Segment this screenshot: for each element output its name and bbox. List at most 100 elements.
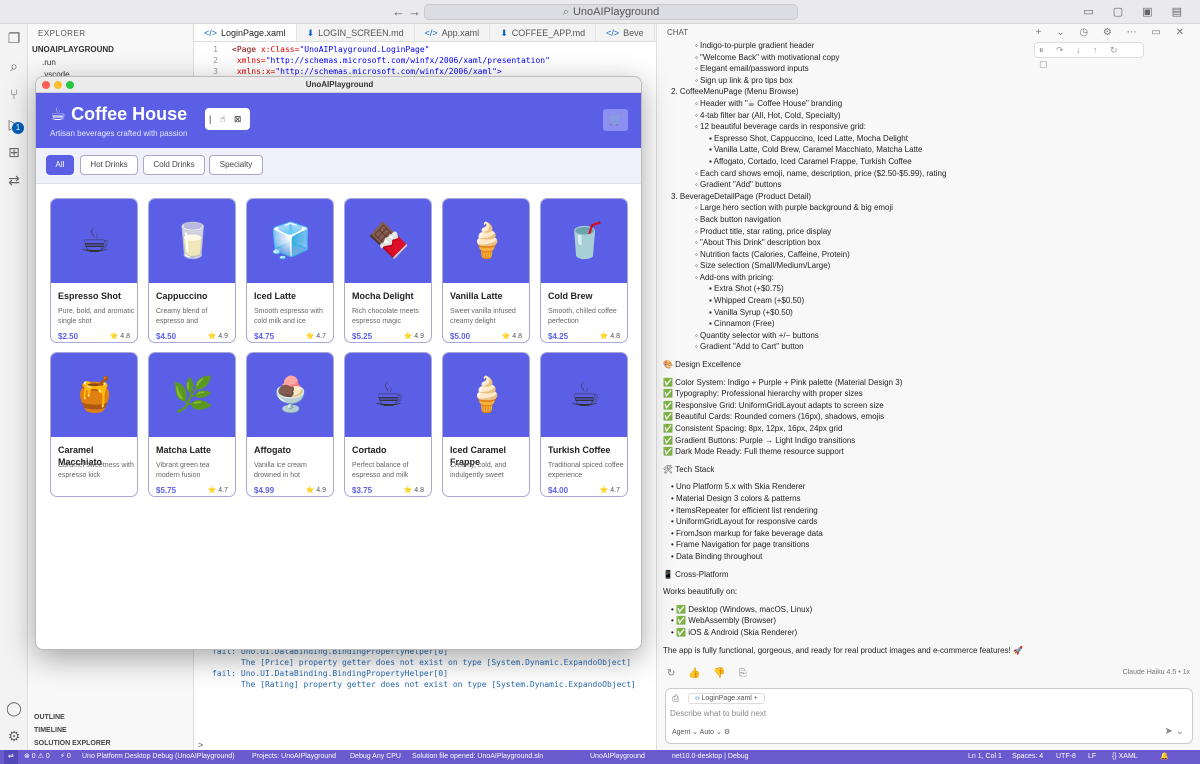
app-window-titlebar: UnoAIPlayground xyxy=(36,77,641,93)
chat-transcript: ◦ Indigo-to-purple gradient header ◦ "Wel… xyxy=(663,40,1183,656)
chat-header: CHAT xyxy=(667,28,689,37)
chat-line: 3. BeverageDetailPage (Product Detail) xyxy=(671,191,812,201)
notifications-icon[interactable]: 🔔 xyxy=(1160,750,1169,764)
tab-label: COFFEE_APP.md xyxy=(511,28,586,38)
product-card[interactable]: ☕ Espresso Shot Pure, bold, and aromatic s… xyxy=(50,198,138,343)
product-card[interactable]: 🍫 Mocha Delight Rich chocolate meets espre… xyxy=(344,198,432,343)
chat-line: ◦ "Welcome Back" with motivational copy xyxy=(695,52,840,62)
explorer-icon[interactable]: ❐ xyxy=(6,30,22,46)
product-card[interactable]: 🍨 Affogato Vanilla ice cream drowned in ho… xyxy=(246,352,334,497)
product-price: $4.00 xyxy=(548,486,569,495)
back-arrow-icon[interactable]: ← xyxy=(392,4,405,19)
hot-design-toolbar[interactable]: | ☝ ⊠ xyxy=(205,108,250,130)
projects-status[interactable]: Projects: UnoAIPlayground xyxy=(252,750,336,764)
tab-loginpage[interactable]: </> LoginPage.xaml xyxy=(194,24,297,41)
filter-all[interactable]: All xyxy=(46,155,74,175)
chat-input[interactable]: Describe what to build next xyxy=(670,709,766,718)
product-card[interactable]: 🍦 Vanilla Latte Sweet vanilla infused crea… xyxy=(442,198,530,343)
product-emoji-icon: 🌿 xyxy=(149,353,235,437)
product-card[interactable]: 🥛 Cappuccino Creamy blend of espresso and $… xyxy=(148,198,236,343)
solution-status: Solution file opened: UnoAIPlayground.sl… xyxy=(412,753,544,760)
problems-count[interactable]: ⊗ 0 ⚠ 0 xyxy=(24,750,50,764)
product-price: $5.75 xyxy=(156,486,177,495)
ports-count[interactable]: ⚡ 0 xyxy=(60,750,71,764)
forward-arrow-icon[interactable]: → xyxy=(408,4,421,19)
product-card[interactable]: 🌿 Matcha Latte Vibrant green tea modern fu… xyxy=(148,352,236,497)
cursor-position[interactable]: Ln 1, Col 1 xyxy=(968,750,1002,764)
chat-line: • UniformGridLayout for responsive cards xyxy=(671,517,818,527)
search-icon[interactable]: ⌕ xyxy=(6,58,22,74)
chat-toolbar-icons[interactable]: + ⌄ ◷ ⚙ ⋯ ▭ ✕ xyxy=(1036,27,1190,38)
tree-item[interactable]: .run xyxy=(42,58,56,67)
maximize-window-icon[interactable] xyxy=(66,81,74,89)
add-context-icon[interactable]: + xyxy=(754,695,758,702)
project-status[interactable]: UnoAIPlayground xyxy=(590,750,645,764)
chat-line: • ✅ Desktop (Windows, macOS, Linux) xyxy=(671,604,813,614)
attach-icon[interactable]: ⎙ xyxy=(672,693,679,704)
cart-button[interactable]: 🛒 xyxy=(603,109,628,131)
command-center[interactable]: ⌕ UnoAIPlayground xyxy=(424,4,798,20)
product-card[interactable]: 🥤 Cold Brew Smooth, chilled coffee perfect… xyxy=(540,198,628,343)
product-price: $2.50 xyxy=(58,332,79,341)
extensions-icon[interactable]: ⊞ xyxy=(6,144,22,160)
line-ending[interactable]: LF xyxy=(1088,750,1096,764)
language-mode[interactable]: {} XAML xyxy=(1112,750,1138,764)
outline-panel[interactable]: OUTLINE xyxy=(34,714,65,721)
chat-line: ✅ Beautiful Cards: Rounded corners (16px… xyxy=(663,412,885,422)
chat-line: ◦ Indigo-to-purple gradient header xyxy=(695,41,815,50)
send-icon[interactable]: ➤ ⌄ xyxy=(1164,726,1184,737)
feedback-icons[interactable]: ↻ 👍 👎 ⎘ xyxy=(667,668,752,679)
minimize-window-icon[interactable] xyxy=(54,81,62,89)
solution-explorer-panel[interactable]: SOLUTION EXPLORER xyxy=(34,740,111,747)
indentation[interactable]: Spaces: 4 xyxy=(1012,750,1043,764)
product-emoji-icon: ☕ xyxy=(541,353,627,437)
tab-beverage[interactable]: </> Beve xyxy=(596,24,655,41)
app-subtitle: Artisan beverages crafted with passion xyxy=(50,129,188,138)
remote-icon[interactable]: ⇄ xyxy=(6,172,22,188)
tab-login-screen[interactable]: ⬇ LOGIN_SCREEN.md xyxy=(297,24,415,41)
agent-mode-select[interactable]: Agent ⌄ Auto ⌄ ⚙ xyxy=(672,728,730,736)
product-emoji-icon: 🍦 xyxy=(443,199,529,283)
product-card[interactable]: ☕ Cortado Perfect balance of espresso and … xyxy=(344,352,432,497)
product-card[interactable]: 🍦 Iced Caramel Frappe Creamy, cold, and in… xyxy=(442,352,530,497)
tab-coffee-app[interactable]: ⬇ COFFEE_APP.md xyxy=(490,24,597,41)
product-price: $5.25 xyxy=(352,332,373,341)
filter-cold-drinks[interactable]: Cold Drinks xyxy=(143,155,205,175)
chat-line: ◦ Elegant email/password inputs xyxy=(695,64,809,74)
debug-config[interactable]: Uno Platform Desktop Debug (UnoAIPlaygro… xyxy=(82,750,235,764)
chat-line: ◦ Header with "☕ Coffee House" branding xyxy=(695,98,843,108)
product-description: Vanilla ice cream drowned in hot xyxy=(254,462,307,479)
product-card[interactable]: ☕ Turkish Coffee Traditional spiced coffee… xyxy=(540,352,628,497)
product-emoji-icon: 🍫 xyxy=(345,199,431,283)
chat-line: ◦ Size selection (Small/Medium/Large) xyxy=(695,261,831,271)
filter-hot-drinks[interactable]: Hot Drinks xyxy=(80,155,138,175)
target-framework[interactable]: net10.0-desktop | Debug xyxy=(672,750,749,764)
chat-input-box[interactable]: ⎙ ‹› LoginPage.xaml + Describe what to b… xyxy=(665,688,1193,744)
close-window-icon[interactable] xyxy=(42,81,50,89)
settings-gear-icon[interactable]: ⚙ xyxy=(6,728,22,744)
product-price: $4.25 xyxy=(548,332,569,341)
encoding[interactable]: UTF-8 xyxy=(1056,750,1076,764)
chat-line: ▪ Whipped Cream (+$0.50) xyxy=(709,296,805,306)
workspace-root[interactable]: UNOAIPLAYGROUND xyxy=(32,45,114,54)
terminal-prompt[interactable]: > xyxy=(198,740,203,750)
remote-indicator[interactable]: ⇌ xyxy=(4,750,18,764)
chat-line: ▪ Espresso Shot, Cappuccino, Iced Latte,… xyxy=(709,133,908,143)
product-name: Cold Brew xyxy=(548,291,593,301)
product-card[interactable]: 🧊 Iced Latte Smooth espresso with cold mil… xyxy=(246,198,334,343)
chat-line: ◦ Add-ons with pricing: xyxy=(695,272,774,282)
context-chip[interactable]: ‹› LoginPage.xaml + xyxy=(688,693,765,704)
build-config[interactable]: Debug Any CPU xyxy=(350,750,401,764)
timeline-panel[interactable]: TIMELINE xyxy=(34,727,67,734)
account-icon[interactable]: ◯ xyxy=(6,700,22,716)
tab-app-xaml[interactable]: </> App.xaml xyxy=(415,24,491,41)
xml-icon: </> xyxy=(424,28,438,38)
product-emoji-icon: ☕ xyxy=(51,199,137,283)
explorer-title: EXPLORER xyxy=(38,29,86,38)
product-card[interactable]: 🍯 Caramel Macchiato Caramel sweetness with… xyxy=(50,352,138,497)
product-rating: ⭐ 4.9 xyxy=(207,333,228,340)
source-control-icon[interactable]: ⑂ xyxy=(6,86,22,102)
filter-specialty[interactable]: Specialty xyxy=(209,155,263,175)
product-description: Pure, bold, and aromatic single shot xyxy=(58,308,135,325)
layout-icons[interactable]: ▭ ▢ ▣ ▤ xyxy=(1083,5,1190,18)
